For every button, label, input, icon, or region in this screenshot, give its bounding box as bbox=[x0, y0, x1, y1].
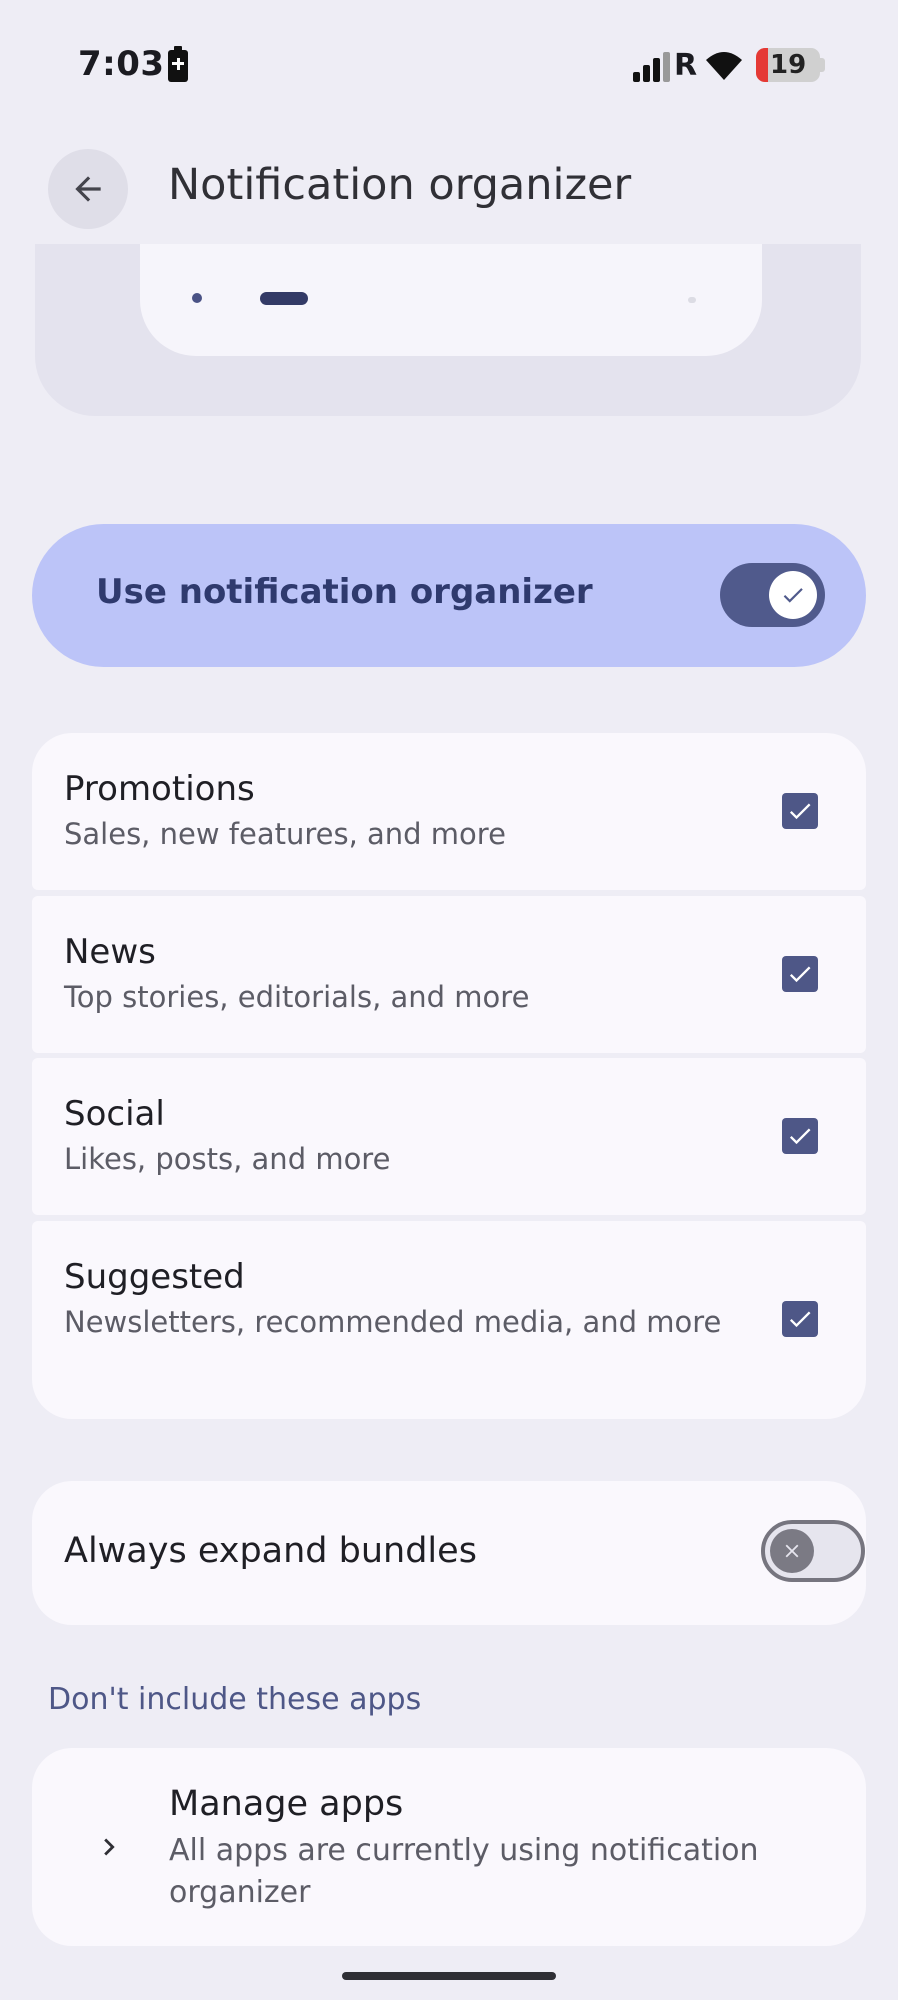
chevron-right-icon bbox=[104, 1838, 115, 1856]
battery-percent: 19 bbox=[770, 50, 807, 80]
toggle-label: Use notification organizer bbox=[96, 572, 593, 612]
category-subtitle: Top stories, editorials, and more bbox=[64, 980, 530, 1014]
check-icon bbox=[789, 1128, 811, 1145]
use-notification-organizer-toggle-row[interactable]: Use notification organizer bbox=[32, 524, 866, 667]
page-title: Notification organizer bbox=[168, 160, 632, 210]
promotions-checkbox[interactable] bbox=[782, 793, 818, 829]
social-checkbox[interactable] bbox=[782, 1118, 818, 1154]
wifi-icon bbox=[706, 52, 742, 80]
illustration-line bbox=[260, 292, 308, 305]
back-button[interactable] bbox=[48, 149, 128, 229]
category-title: Social bbox=[64, 1094, 165, 1134]
expand-bundles-label: Always expand bundles bbox=[64, 1531, 477, 1571]
manage-apps-row[interactable]: Manage apps All apps are currently using… bbox=[32, 1748, 866, 1946]
close-icon bbox=[770, 1529, 814, 1573]
battery-saver-icon bbox=[168, 46, 188, 82]
category-social[interactable]: Social Likes, posts, and more bbox=[32, 1058, 866, 1215]
category-suggested[interactable]: Suggested Newsletters, recommended media… bbox=[32, 1221, 866, 1419]
home-indicator[interactable] bbox=[342, 1972, 556, 1980]
always-expand-bundles-switch[interactable] bbox=[761, 1520, 865, 1582]
check-icon bbox=[789, 1311, 811, 1328]
status-bar: 7:03 R 19 bbox=[0, 0, 898, 130]
category-title: Promotions bbox=[64, 769, 255, 809]
category-subtitle: Likes, posts, and more bbox=[64, 1142, 391, 1176]
battery-icon: 19 bbox=[756, 48, 820, 82]
category-subtitle: Sales, new features, and more bbox=[64, 817, 506, 851]
manage-apps-title: Manage apps bbox=[169, 1784, 404, 1824]
screen: 7:03 R 19 Notification organizer Use not… bbox=[0, 0, 898, 2000]
arrow-back-icon bbox=[75, 176, 101, 202]
check-icon bbox=[789, 966, 811, 983]
suggested-checkbox[interactable] bbox=[782, 1301, 818, 1337]
use-notification-organizer-switch[interactable] bbox=[720, 563, 825, 627]
check-icon bbox=[789, 803, 811, 820]
category-subtitle: Newsletters, recommended media, and more bbox=[64, 1305, 722, 1339]
roaming-indicator: R bbox=[674, 48, 698, 83]
check-icon bbox=[769, 571, 817, 619]
cell-signal-icon bbox=[633, 52, 677, 82]
section-header: Don't include these apps bbox=[48, 1682, 422, 1717]
category-title: Suggested bbox=[64, 1257, 245, 1297]
category-news[interactable]: News Top stories, editorials, and more bbox=[32, 896, 866, 1053]
news-checkbox[interactable] bbox=[782, 956, 818, 992]
illustration-notification bbox=[140, 244, 762, 356]
category-title: News bbox=[64, 932, 156, 972]
illustration-dot bbox=[688, 297, 696, 303]
status-time: 7:03 bbox=[78, 44, 165, 84]
always-expand-bundles-row[interactable]: Always expand bundles bbox=[32, 1481, 866, 1625]
illustration-dot bbox=[192, 293, 202, 303]
category-promotions[interactable]: Promotions Sales, new features, and more bbox=[32, 733, 866, 890]
manage-apps-subtitle: All apps are currently using notificatio… bbox=[169, 1833, 759, 1910]
